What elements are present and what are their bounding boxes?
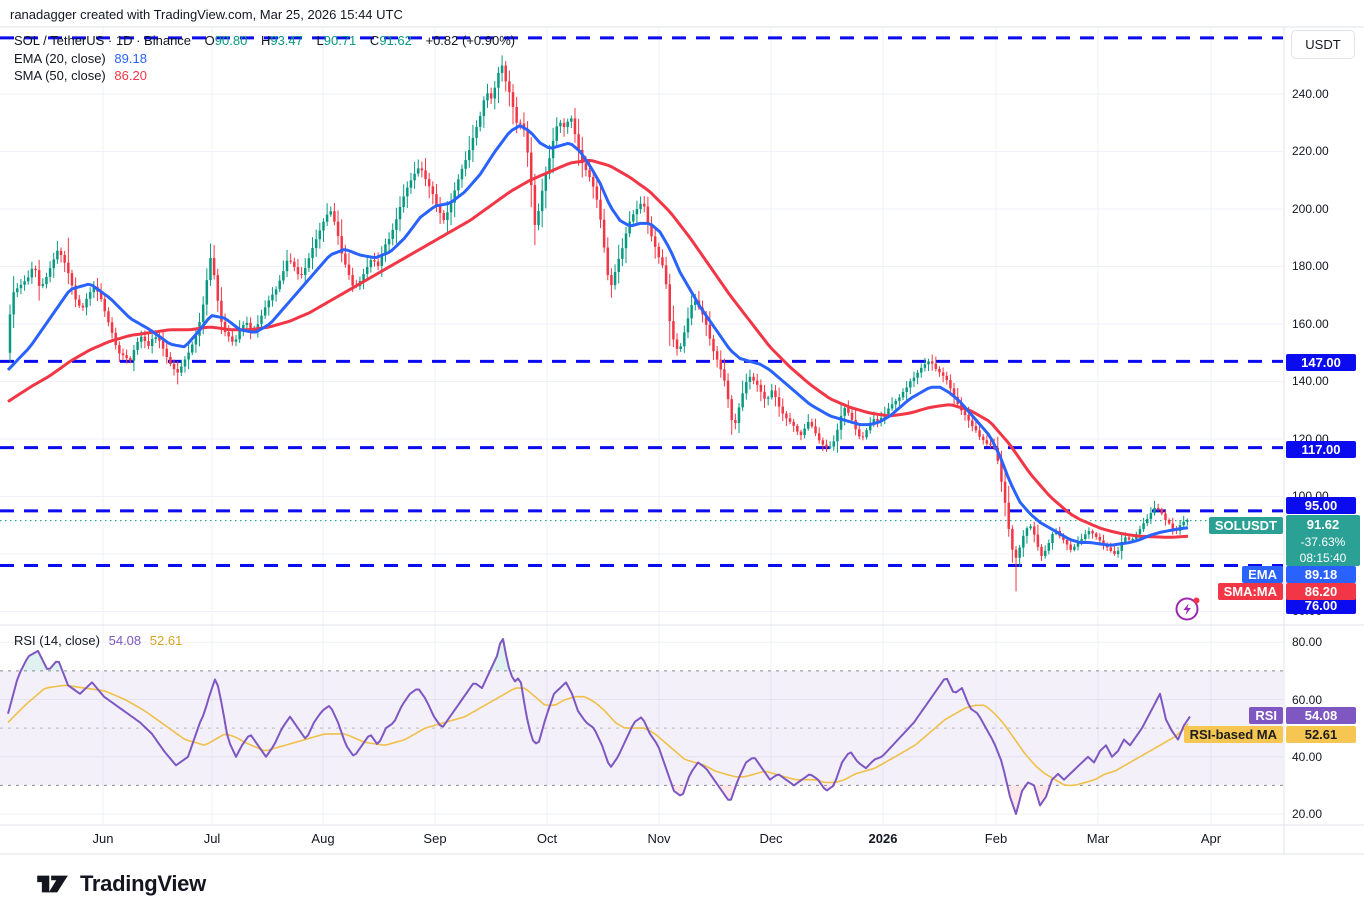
ohlc-close-value: 91.62 [379,33,412,48]
ema-legend-label: EMA (20, close) [14,51,106,66]
sma-legend-row[interactable]: SMA (50, close) 86.20 [14,68,147,83]
symbol-price-chip: SOLUSDT [1209,517,1283,534]
time-axis-label[interactable]: Feb [974,831,1018,846]
ohlc-close-label: C [370,33,379,48]
last-price-change: -37.63% [1286,534,1360,550]
time-axis-label[interactable]: Oct [525,831,569,846]
rsi-chip: RSI [1249,707,1283,724]
rsi-legend-value: 54.08 [109,633,142,648]
time-axis-label[interactable]: Nov [637,831,681,846]
price-tick-label: 240.00 [1292,87,1329,101]
price-tick-label: 200.00 [1292,202,1329,216]
sma-chip: SMA:MA [1218,583,1283,600]
ema-value-badge: 89.18 [1286,566,1356,583]
level-badge-95: 95.00 [1286,497,1356,514]
last-price-badge: 91.62 -37.63% 08:15:40 [1286,515,1360,566]
ohlc-open-value: 90.80 [215,33,248,48]
rsi-ma-chip: RSI-based MA [1184,726,1283,743]
ohlc-high-value: 93.47 [270,33,303,48]
footer-bar: TradingView [0,856,1364,912]
tradingview-wordmark[interactable]: TradingView [80,871,206,897]
price-tick-label: 160.00 [1292,317,1329,331]
ohlc-low-value: 90.71 [324,33,357,48]
last-price-value: 91.62 [1286,515,1360,534]
rsi-tick-label: 60.00 [1292,693,1322,707]
time-axis-label[interactable]: Dec [749,831,793,846]
price-tick-label: 220.00 [1292,144,1329,158]
sma-legend-value: 86.20 [114,68,147,83]
tradingview-chart-screenshot: ranadagger created with TradingView.com,… [0,0,1364,912]
change-value: +0.82 (+0.90%) [425,33,515,48]
time-axis-label[interactable]: Jun [81,831,125,846]
ohlc-high-label: H [261,33,270,48]
level-badge-147: 147.00 [1286,354,1356,371]
time-axis-label[interactable]: Mar [1076,831,1120,846]
tradingview-logo-icon[interactable] [36,871,70,897]
sma-legend-label: SMA (50, close) [14,68,106,83]
symbol-legend-row[interactable]: SOL / TetherUS · 1D · Binance O90.80 H93… [14,33,515,48]
flash-action-button[interactable] [1174,594,1202,622]
price-tick-label: 180.00 [1292,259,1329,273]
ema-chip: EMA [1242,566,1283,583]
time-axis-label[interactable]: Jul [190,831,234,846]
rsi-tick-label: 40.00 [1292,750,1322,764]
lightning-icon [1174,594,1202,622]
ema-legend-row[interactable]: EMA (20, close) 89.18 [14,51,147,66]
rsi-tick-label: 20.00 [1292,807,1322,821]
rsi-tick-label: 80.00 [1292,635,1322,649]
level-badge-117: 117.00 [1286,441,1356,458]
rsi-value-badge: 54.08 [1286,707,1356,724]
rsi-ma-legend-value: 52.61 [150,633,183,648]
ohlc-open-label: O [205,33,215,48]
ohlc-low-label: L [317,33,324,48]
time-axis-label[interactable]: Sep [413,831,457,846]
rsi-legend-label: RSI (14, close) [14,633,100,648]
rsi-legend-row[interactable]: RSI (14, close) 54.08 52.61 [14,633,182,648]
bar-countdown: 08:15:40 [1286,550,1360,566]
ema-legend-value: 89.18 [114,51,147,66]
time-axis-label[interactable]: Aug [301,831,345,846]
price-chart-canvas[interactable] [0,0,1364,856]
price-tick-label: 140.00 [1292,374,1329,388]
symbol-title: SOL / TetherUS · 1D · Binance [14,33,191,48]
time-axis-label[interactable]: 2026 [861,831,905,846]
rsi-ma-value-badge: 52.61 [1286,726,1356,743]
time-axis-label[interactable]: Apr [1189,831,1233,846]
sma-value-badge: 86.20 [1286,583,1356,600]
currency-toggle-button[interactable]: USDT [1291,30,1355,59]
